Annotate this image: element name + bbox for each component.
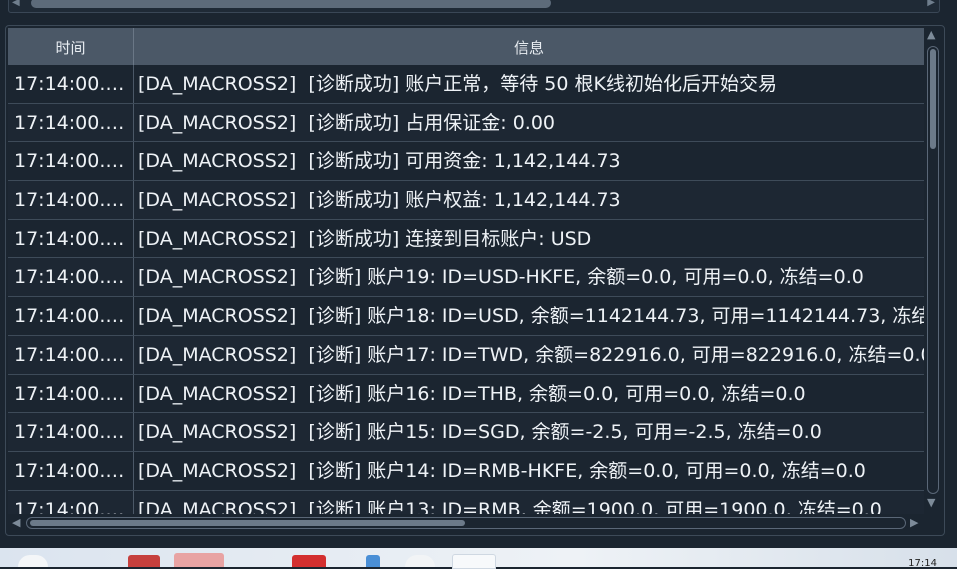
app-icon[interactable] [128, 555, 160, 567]
app-icon[interactable] [366, 555, 380, 567]
column-header-time[interactable]: 时间 [8, 28, 134, 65]
table-row[interactable]: 17:14:00.5... [DA_MACROSS2] [诊断] 账户18: ID… [8, 297, 924, 336]
table-row[interactable]: 17:14:00.5... [DA_MACROSS2] [诊断] 账户13: ID… [8, 490, 924, 514]
upper-panel: ◀ ▶ [0, 0, 957, 18]
horizontal-scroll-thumb[interactable] [30, 520, 465, 526]
message-cell: [DA_MACROSS2] [诊断] 账户16: ID=THB, 余额=0.0,… [136, 375, 924, 413]
column-header-message[interactable]: 信息 [134, 28, 924, 65]
time-cell: 17:14:00.5... [8, 297, 134, 335]
message-text: [诊断] 账户17: ID=TWD, 余额=822916.0, 可用=82291… [308, 343, 924, 366]
horizontal-scrollbar[interactable]: ◀ ▶ [8, 515, 924, 532]
message-text: [诊断] 账户18: ID=USD, 余额=1142144.73, 可用=114… [308, 305, 924, 328]
scroll-down-arrow-icon[interactable]: ▼ [927, 496, 935, 509]
log-table: 时间 信息 17:14:00.5... [DA_MACROSS2] [诊断成功] … [8, 28, 924, 514]
source-tag: [DA_MACROSS2] [138, 189, 297, 212]
time-cell: 17:14:00.5... [8, 413, 134, 451]
message-cell: [DA_MACROSS2] [诊断] 账户17: ID=TWD, 余额=8229… [136, 336, 924, 374]
message-cell: [DA_MACROSS2] [诊断成功] 连接到目标账户: USD [136, 220, 924, 258]
active-app-icon[interactable] [174, 553, 224, 567]
source-tag: [DA_MACROSS2] [138, 266, 297, 289]
vertical-scroll-thumb[interactable] [930, 49, 936, 149]
table-row[interactable]: 17:14:00.5... [DA_MACROSS2] [诊断] 账户16: ID… [8, 374, 924, 414]
message-cell: [DA_MACROSS2] [诊断成功] 账户权益: 1,142,144.73 [136, 181, 924, 219]
scroll-left-arrow-icon[interactable]: ◀ [12, 516, 20, 529]
source-tag: [DA_MACROSS2] [138, 459, 297, 482]
table-row[interactable]: 17:14:00.5... [DA_MACROSS2] [诊断成功] 可用资金: … [8, 142, 924, 182]
scroll-up-arrow-icon[interactable]: ▲ [927, 28, 935, 41]
table-row[interactable]: 17:14:00.5... [DA_MACROSS2] [诊断] 账户17: ID… [8, 335, 924, 375]
time-cell: 17:14:00.5... [8, 335, 134, 374]
message-cell: [DA_MACROSS2] [诊断成功] 占用保证金: 0.00 [136, 104, 924, 142]
source-tag: [DA_MACROSS2] [138, 111, 297, 134]
time-cell: 17:14:00.5... [8, 103, 134, 142]
message-cell: [DA_MACROSS2] [诊断] 账户13: ID=RMB, 余额=1900… [136, 491, 924, 514]
vertical-scroll-track[interactable] [927, 46, 939, 494]
table-row[interactable]: 17:14:00.5... [DA_MACROSS2] [诊断成功] 连接到目标账… [8, 219, 924, 259]
scroll-right-arrow-icon[interactable]: ▶ [927, 0, 935, 9]
message-text: [诊断] 账户13: ID=RMB, 余额=1900.0, 可用=1900.0,… [308, 498, 882, 514]
table-row[interactable]: 17:14:00.5... [DA_MACROSS2] [诊断成功] 账户正常，等… [8, 65, 924, 104]
message-text: [诊断成功] 账户正常，等待 50 根K线初始化后开始交易 [308, 73, 777, 95]
table-header: 时间 信息 [8, 28, 924, 65]
message-cell: [DA_MACROSS2] [诊断] 账户18: ID=USD, 余额=1142… [136, 297, 924, 335]
time-cell: 17:14:00.5... [8, 219, 134, 258]
source-tag: [DA_MACROSS2] [138, 382, 297, 405]
message-cell: [DA_MACROSS2] [诊断] 账户14: ID=RMB-HKFE, 余额… [136, 452, 924, 490]
scroll-right-arrow-icon[interactable]: ▶ [910, 516, 918, 529]
app-icon[interactable] [405, 555, 435, 567]
message-text: [诊断成功] 账户权益: 1,142,144.73 [308, 189, 621, 212]
message-text: [诊断] 账户16: ID=THB, 余额=0.0, 可用=0.0, 冻结=0.… [308, 382, 806, 405]
source-tag: [DA_MACROSS2] [138, 421, 297, 444]
taskbar-clock[interactable]: 17:14 [908, 558, 937, 569]
message-cell: [DA_MACROSS2] [诊断成功] 账户正常，等待 50 根K线初始化后开… [136, 65, 924, 103]
time-cell: 17:14:00.5... [8, 142, 134, 181]
vertical-scrollbar[interactable]: ▲ ▼ [925, 28, 942, 514]
table-row[interactable]: 17:14:00.5... [DA_MACROSS2] [诊断] 账户19: ID… [8, 258, 924, 298]
time-cell: 17:14:00.5... [8, 451, 134, 490]
scroll-left-arrow-icon[interactable]: ◀ [12, 0, 20, 9]
message-cell: [DA_MACROSS2] [诊断成功] 可用资金: 1,142,144.73 [136, 142, 924, 180]
table-body: 17:14:00.5... [DA_MACROSS2] [诊断成功] 账户正常，等… [8, 65, 924, 514]
app-icon[interactable] [292, 555, 326, 567]
time-cell: 17:14:00.5... [8, 490, 134, 514]
upper-horizontal-scrollbar[interactable]: ◀ ▶ [8, 0, 940, 13]
message-text: [诊断成功] 可用资金: 1,142,144.73 [308, 150, 621, 173]
time-cell: 17:14:00.5... [8, 65, 134, 103]
time-cell: 17:14:00.5... [8, 374, 134, 413]
source-tag: [DA_MACROSS2] [138, 227, 297, 250]
horizontal-scroll-track[interactable] [26, 517, 906, 529]
message-text: [诊断] 账户15: ID=SGD, 余额=-2.5, 可用=-2.5, 冻结=… [308, 421, 822, 444]
message-text: [诊断成功] 连接到目标账户: USD [308, 227, 592, 250]
source-tag: [DA_MACROSS2] [138, 305, 297, 328]
message-text: [诊断] 账户19: ID=USD-HKFE, 余额=0.0, 可用=0.0, … [308, 266, 864, 289]
table-row[interactable]: 17:14:00.5... [DA_MACROSS2] [诊断成功] 占用保证金:… [8, 103, 924, 143]
message-cell: [DA_MACROSS2] [诊断] 账户15: ID=SGD, 余额=-2.5… [136, 413, 924, 451]
time-cell: 17:14:00.5... [8, 258, 134, 297]
upper-scroll-thumb[interactable] [31, 0, 551, 8]
taskbar: 17:14 [0, 548, 957, 569]
table-row[interactable]: 17:14:00.5... [DA_MACROSS2] [诊断] 账户14: ID… [8, 451, 924, 491]
source-tag: [DA_MACROSS2] [138, 498, 297, 514]
message-text: [诊断] 账户14: ID=RMB-HKFE, 余额=0.0, 可用=0.0, … [308, 459, 866, 482]
source-tag: [DA_MACROSS2] [138, 343, 297, 366]
table-row[interactable]: 17:14:00.5... [DA_MACROSS2] [诊断成功] 账户权益: … [8, 181, 924, 220]
message-text: [诊断成功] 占用保证金: 0.00 [308, 111, 556, 134]
app-icon[interactable] [18, 555, 48, 567]
source-tag: [DA_MACROSS2] [138, 73, 297, 95]
log-panel: 时间 信息 17:14:00.5... [DA_MACROSS2] [诊断成功] … [5, 25, 945, 536]
time-cell: 17:14:00.5... [8, 181, 134, 219]
source-tag: [DA_MACROSS2] [138, 150, 297, 173]
table-row[interactable]: 17:14:00.5... [DA_MACROSS2] [诊断] 账户15: ID… [8, 413, 924, 452]
message-cell: [DA_MACROSS2] [诊断] 账户19: ID=USD-HKFE, 余额… [136, 258, 924, 296]
